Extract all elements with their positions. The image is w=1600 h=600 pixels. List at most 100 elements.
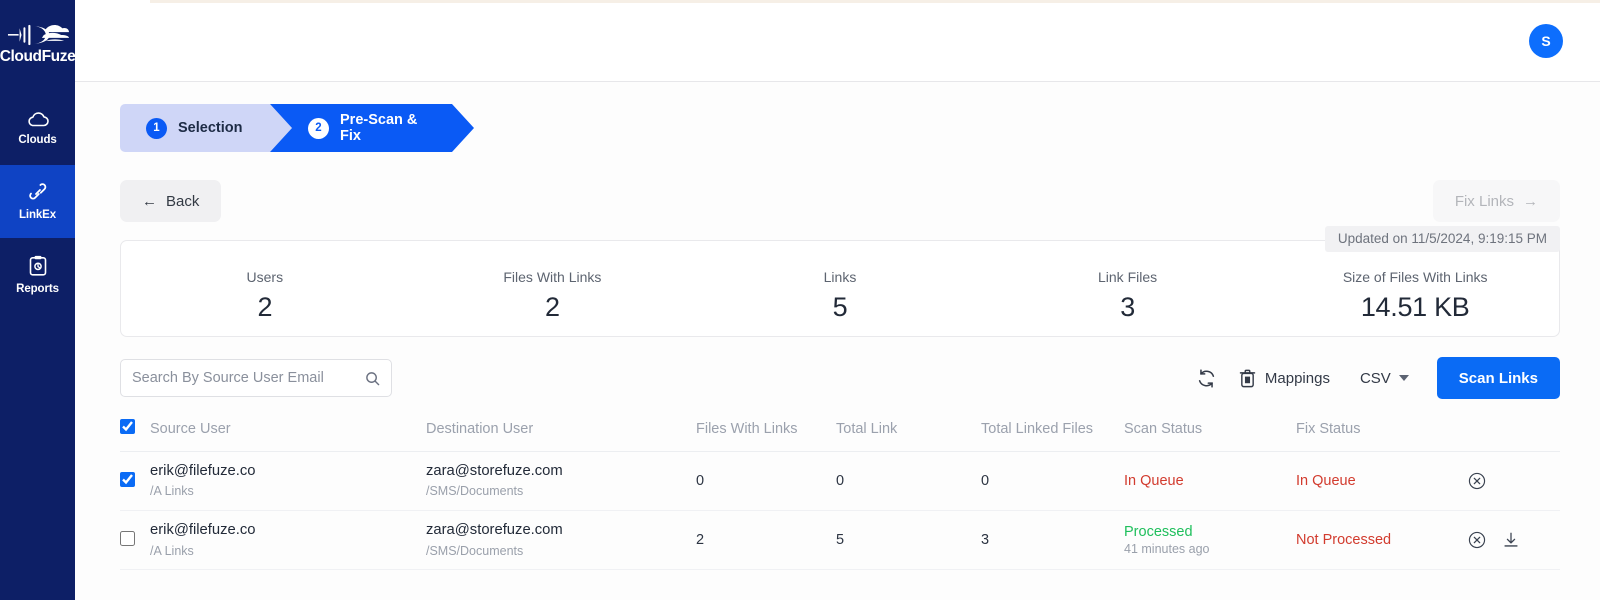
clipboard-icon bbox=[29, 255, 46, 276]
stat-label: Links bbox=[823, 268, 857, 285]
stat-label: Size of Files With Links bbox=[1342, 268, 1488, 285]
sidebar-item-label: Clouds bbox=[18, 134, 57, 146]
table-header-row: Source User Destination User Files With … bbox=[120, 419, 1560, 452]
refresh-icon bbox=[1198, 368, 1215, 388]
stat-label: Users bbox=[246, 268, 284, 285]
scan-status-time: 41 minutes ago bbox=[1124, 542, 1210, 557]
sidebar-item-reports[interactable]: Reports bbox=[0, 238, 75, 311]
trash-icon bbox=[1239, 369, 1256, 387]
table-row[interactable]: erik@filefuze.co /A Links zara@storefuze… bbox=[120, 451, 1560, 512]
step-number: 2 bbox=[308, 118, 329, 139]
stat-size-of-files: Size of Files With Links 14.51 KB bbox=[1271, 269, 1559, 323]
stats-card: Users 2 Files With Links 2 Links 5 Link … bbox=[120, 240, 1560, 337]
cancel-button[interactable] bbox=[1468, 531, 1486, 549]
arrow-left-icon: ← bbox=[142, 192, 157, 210]
mappings-button[interactable]: Mappings bbox=[1225, 361, 1344, 396]
step-selection[interactable]: 1 Selection bbox=[120, 104, 292, 152]
cancel-circle-icon bbox=[1468, 472, 1486, 490]
cell-source-user: erik@filefuze.co /A Links bbox=[150, 451, 426, 512]
link-icon bbox=[28, 183, 46, 200]
app-root: CloudFuze Clouds LinkEx Reports S 1 Sele… bbox=[0, 0, 1600, 600]
step-indicator: 1 Selection 2 Pre-Scan & Fix bbox=[120, 104, 1560, 152]
fix-status-text: In Queue bbox=[1296, 473, 1356, 490]
fix-status-text: Not Processed bbox=[1296, 532, 1392, 549]
avatar[interactable]: S bbox=[1529, 23, 1563, 58]
main-area: S 1 Selection 2 Pre-Scan & Fix ← Back Fi… bbox=[75, 0, 1600, 600]
cell-fix-status: In Queue bbox=[1296, 451, 1468, 512]
cancel-circle-icon bbox=[1468, 532, 1486, 549]
scan-links-button[interactable]: Scan Links bbox=[1436, 357, 1560, 399]
select-all-checkbox[interactable] bbox=[120, 419, 135, 434]
row-checkbox[interactable] bbox=[120, 471, 135, 487]
logo-text: CloudFuze bbox=[0, 47, 76, 65]
fix-links-button[interactable]: Fix Links → bbox=[1432, 180, 1560, 222]
table-body: erik@filefuze.co /A Links zara@storefuze… bbox=[120, 451, 1560, 571]
table-header: Source User Destination User Files With … bbox=[120, 419, 1560, 452]
header-source-user[interactable]: Source User bbox=[150, 419, 426, 452]
back-button[interactable]: ← Back bbox=[120, 180, 222, 222]
sidebar-item-label: Reports bbox=[16, 282, 59, 295]
cell-actions bbox=[1468, 510, 1560, 571]
stat-users: Users 2 bbox=[121, 269, 409, 323]
arrow-right-icon: → bbox=[1523, 192, 1538, 210]
fix-links-label: Fix Links bbox=[1454, 192, 1514, 210]
step-pre-scan-fix[interactable]: 2 Pre-Scan & Fix bbox=[270, 104, 474, 152]
destination-user-path: /SMS/Documents bbox=[426, 543, 524, 558]
header-fix-status[interactable]: Fix Status bbox=[1296, 419, 1468, 452]
select-all-cell bbox=[120, 419, 150, 452]
row-select-cell bbox=[120, 510, 150, 571]
page-content: 1 Selection 2 Pre-Scan & Fix ← Back Fix … bbox=[75, 82, 1600, 600]
cancel-button[interactable] bbox=[1468, 472, 1486, 490]
source-user-email: erik@filefuze.co bbox=[150, 522, 256, 539]
step-label: Pre-Scan & Fix bbox=[340, 112, 418, 144]
export-format-select[interactable]: CSV bbox=[1344, 362, 1425, 395]
cell-files-with-links: 2 bbox=[696, 510, 836, 571]
header-total-linked-files[interactable]: Total Linked Files bbox=[981, 419, 1124, 452]
refresh-button[interactable] bbox=[1188, 360, 1225, 397]
sidebar: CloudFuze Clouds LinkEx Reports bbox=[0, 0, 76, 600]
download-button[interactable] bbox=[1502, 531, 1520, 549]
destination-user-path: /SMS/Documents bbox=[426, 484, 524, 499]
topbar: S bbox=[75, 0, 1600, 82]
stat-files-with-links: Files With Links 2 bbox=[409, 269, 697, 323]
stat-label: Files With Links bbox=[503, 268, 602, 285]
source-user-path: /A Links bbox=[150, 543, 194, 558]
header-total-link[interactable]: Total Link bbox=[836, 419, 981, 452]
cell-destination-user: zara@storefuze.com /SMS/Documents bbox=[426, 510, 696, 571]
header-destination-user[interactable]: Destination User bbox=[426, 419, 696, 452]
header-actions bbox=[1468, 419, 1560, 452]
source-user-path: /A Links bbox=[150, 484, 194, 499]
row-select-cell bbox=[120, 451, 150, 512]
cell-files-with-links: 0 bbox=[696, 451, 836, 512]
row-checkbox[interactable] bbox=[120, 530, 135, 546]
links-table: Source User Destination User Files With … bbox=[120, 419, 1560, 571]
cell-source-user: erik@filefuze.co /A Links bbox=[150, 510, 426, 571]
export-format-value: CSV bbox=[1359, 369, 1391, 387]
mappings-label: Mappings bbox=[1264, 369, 1330, 387]
stat-value: 2 bbox=[545, 291, 560, 322]
table-row[interactable]: erik@filefuze.co /A Links zara@storefuze… bbox=[120, 510, 1560, 571]
cell-total-linked-files: 0 bbox=[981, 451, 1124, 512]
search-icon[interactable] bbox=[365, 371, 380, 386]
step-number: 1 bbox=[146, 118, 167, 139]
updated-timestamp: Updated on 11/5/2024, 9:19:15 PM bbox=[1324, 226, 1560, 252]
stat-value: 5 bbox=[832, 291, 848, 322]
cell-destination-user: zara@storefuze.com /SMS/Documents bbox=[426, 451, 696, 512]
app-logo[interactable]: CloudFuze bbox=[0, 0, 76, 82]
sidebar-item-clouds[interactable]: Clouds bbox=[0, 92, 75, 165]
header-files-with-links[interactable]: Files With Links bbox=[696, 419, 836, 452]
back-button-label: Back bbox=[166, 192, 200, 210]
scan-status-text: In Queue bbox=[1124, 473, 1184, 490]
destination-user-email: zara@storefuze.com bbox=[426, 522, 563, 539]
chevron-down-icon bbox=[1398, 375, 1409, 381]
search-input[interactable] bbox=[132, 370, 365, 386]
cell-actions bbox=[1468, 451, 1560, 512]
sidebar-item-linkex[interactable]: LinkEx bbox=[0, 165, 75, 238]
stat-links: Links 5 bbox=[696, 269, 984, 323]
header-scan-status[interactable]: Scan Status bbox=[1124, 419, 1296, 452]
search-box[interactable] bbox=[120, 359, 392, 397]
stat-value: 14.51 KB bbox=[1360, 291, 1470, 322]
source-user-email: erik@filefuze.co bbox=[150, 463, 256, 479]
scan-status-text: Processed bbox=[1124, 524, 1193, 541]
table-toolbar: Mappings CSV Scan Links bbox=[120, 357, 1560, 399]
